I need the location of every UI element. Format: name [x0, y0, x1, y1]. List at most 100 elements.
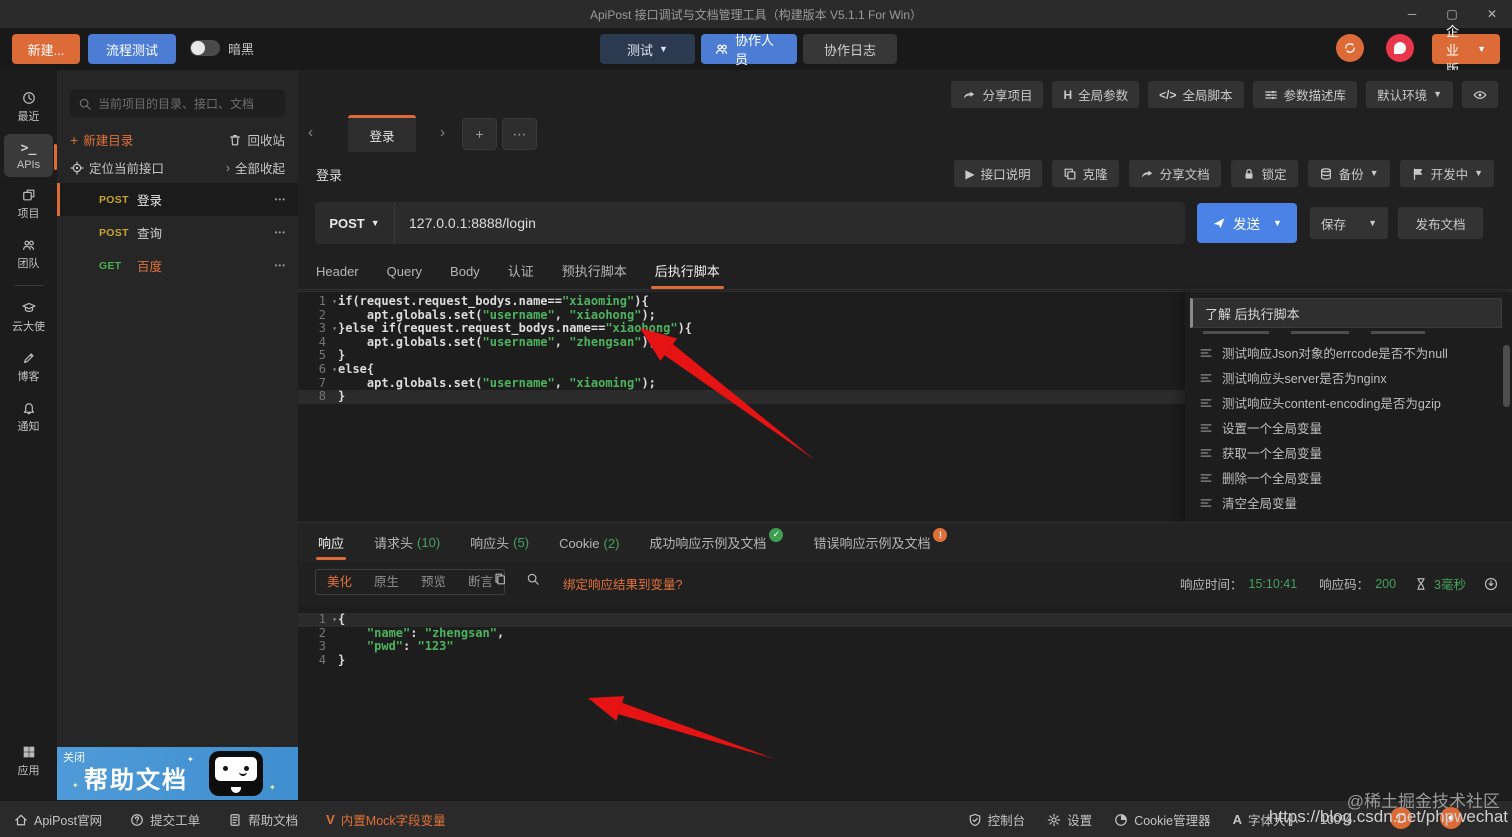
fold-icon[interactable]: ▾: [332, 322, 337, 336]
response-tab-响应[interactable]: 响应: [315, 523, 347, 562]
avatar[interactable]: [1386, 34, 1414, 62]
response-tab-响应头[interactable]: 响应头 (5): [470, 523, 529, 562]
statusbar-item-提交工单[interactable]: 提交工单: [130, 810, 200, 829]
toolbar-button-参数描述库[interactable]: 参数描述库: [1252, 81, 1358, 108]
script-snippet-item[interactable]: 测试响应头content-encoding是否为gzip: [1190, 390, 1502, 415]
request-tab-Query[interactable]: Query: [387, 253, 422, 290]
close-button[interactable]: ✕: [1472, 0, 1512, 28]
toolbar-button-全局脚本[interactable]: </> 全局脚本: [1148, 81, 1244, 108]
request-tab-Header[interactable]: Header: [316, 253, 359, 290]
statusbar-item-帮助文档[interactable]: 帮助文档: [228, 810, 298, 829]
sidebar-item-通知[interactable]: 通知: [4, 394, 53, 440]
sidebar-item-团队[interactable]: 团队: [4, 231, 53, 277]
doc-button-开发中[interactable]: 开发中 ▼: [1399, 160, 1494, 187]
tab-login[interactable]: 登录: [348, 115, 416, 152]
send-button[interactable]: 发送 ▼: [1197, 203, 1297, 243]
sidebar-item-APIs[interactable]: >_ APIs: [4, 134, 57, 177]
script-snippet-item[interactable]: 获取一个全局变量: [1190, 440, 1502, 465]
toolbar-button-分享项目[interactable]: 分享项目: [951, 81, 1044, 108]
enterprise-button[interactable]: 企业版 ▼: [1432, 24, 1500, 77]
doc-button-备份[interactable]: 备份 ▼: [1307, 160, 1390, 187]
new-directory-button[interactable]: + 新建目录: [70, 130, 133, 149]
search-input[interactable]: [98, 96, 277, 111]
sidebar-item-应用[interactable]: 应用: [4, 738, 53, 784]
sidebar-item-最近[interactable]: 最近: [4, 84, 53, 130]
sidebar-item-博客[interactable]: 博客: [4, 344, 53, 390]
item-menu-icon[interactable]: •••: [273, 228, 288, 237]
statusbar-item-字体大小[interactable]: A 字体大小: [1233, 810, 1298, 829]
response-mode-美化[interactable]: 美化: [316, 570, 363, 594]
script-snippet-item[interactable]: 测试响应头server是否为nginx: [1190, 365, 1502, 390]
search-icon[interactable]: [526, 572, 540, 591]
doc-button-接口说明[interactable]: ▶ 接口说明: [954, 160, 1042, 187]
script-snippet-item[interactable]: 删除一个全局变量: [1190, 465, 1502, 490]
dark-theme-toggle[interactable]: [190, 40, 220, 56]
response-mode-预览[interactable]: 预览: [410, 570, 457, 594]
flow-test-button[interactable]: 流程测试: [88, 34, 176, 64]
scrollbar-thumb[interactable]: [1503, 345, 1510, 407]
location-icon[interactable]: ●: [1440, 807, 1462, 829]
help-doc-banner[interactable]: 关闭 帮助文档 ✦ ✦ ✦: [57, 747, 298, 800]
statusbar-item-控制台[interactable]: 控制台: [968, 810, 1025, 829]
copy-icon[interactable]: [493, 572, 507, 591]
toolbar-button-全局参数[interactable]: H 全局参数: [1052, 81, 1140, 108]
response-mode-原生[interactable]: 原生: [363, 570, 410, 594]
response-tab-错误响应示例及文档[interactable]: 错误响应示例及文档!: [813, 523, 948, 562]
tabs-scroll-left-icon[interactable]: ‹: [308, 124, 313, 141]
locate-api-button[interactable]: 定位当前接口: [70, 158, 164, 177]
toolbar-button-默认环境[interactable]: 默认环境 ▼: [1366, 81, 1453, 108]
response-tab-Cookie[interactable]: Cookie (2): [559, 524, 619, 563]
tab-more-button[interactable]: ⋯: [502, 118, 537, 150]
script-editor[interactable]: 1 ▾ if(request.request_bodys.name=="xiaomi…: [298, 291, 1512, 522]
sidebar-item-云大使[interactable]: 云大使: [4, 294, 53, 340]
save-button[interactable]: 保存 ▼: [1310, 207, 1388, 239]
fold-icon[interactable]: ▾: [332, 363, 337, 377]
doc-button-分享文档[interactable]: 分享文档: [1128, 160, 1221, 187]
item-menu-icon[interactable]: •••: [273, 261, 288, 270]
statusbar-item-Cookie管理器[interactable]: Cookie管理器: [1114, 810, 1211, 829]
bind-response-link[interactable]: 绑定响应结果到变量?: [563, 574, 682, 593]
response-tab-成功响应示例及文档[interactable]: 成功响应示例及文档 ✓: [649, 523, 784, 562]
url-input[interactable]: [395, 215, 1185, 231]
fold-icon[interactable]: ▾: [332, 295, 337, 309]
method-select[interactable]: POST ▼: [315, 202, 395, 244]
download-icon[interactable]: [1484, 577, 1498, 591]
response-body-editor[interactable]: 1 ▾{2 "name": "zhengsan", 3 "pwd": "123" 4}: [298, 606, 1512, 800]
sidebar-item-项目[interactable]: 项目: [4, 181, 53, 227]
response-tab-请求头[interactable]: 请求头 (10): [374, 523, 440, 562]
doc-button-克隆[interactable]: 克隆: [1051, 160, 1119, 187]
update-icon[interactable]: [1390, 807, 1412, 829]
add-tab-button[interactable]: +: [462, 118, 497, 150]
collaborators-button[interactable]: 协作人员: [701, 33, 797, 67]
tabs-scroll-right-icon[interactable]: ›: [440, 124, 445, 141]
api-tree-item-百度[interactable]: GET 百度 •••: [57, 249, 298, 282]
sync-icon[interactable]: [1336, 34, 1364, 62]
request-tab-后执行脚本[interactable]: 后执行脚本: [650, 252, 724, 289]
collab-log-button[interactable]: 协作日志: [803, 34, 897, 64]
request-tab-预执行脚本[interactable]: 预执行脚本: [562, 252, 627, 289]
api-tree-item-查询[interactable]: POST 查询 •••: [57, 216, 298, 249]
script-snippet-item[interactable]: 测试响应Json对象的errcode是否不为null: [1190, 340, 1502, 365]
test-env-button[interactable]: 测试 ▼: [600, 34, 695, 64]
statusbar-item-内置Mock字段变量[interactable]: V 内置Mock字段变量: [326, 810, 446, 829]
collapse-all-button[interactable]: › 全部收起: [226, 158, 285, 177]
learn-post-script-link[interactable]: 了解 后执行脚本: [1190, 298, 1502, 328]
request-tab-Body[interactable]: Body: [450, 253, 480, 290]
request-tab-认证[interactable]: 认证: [508, 252, 534, 289]
script-snippet-item[interactable]: 设置一个全局变量: [1190, 415, 1502, 440]
fold-icon[interactable]: ▾: [332, 613, 337, 627]
minimize-button[interactable]: ─: [1392, 0, 1432, 28]
recycle-bin-button[interactable]: 回收站: [228, 130, 285, 149]
doc-button-锁定[interactable]: 锁定: [1230, 160, 1298, 187]
search-box[interactable]: [70, 90, 285, 117]
statusbar-item-100%[interactable]: 100%: [1320, 813, 1352, 827]
api-tree-item-登录[interactable]: POST 登录 •••: [57, 183, 298, 216]
script-snippet-item[interactable]: 清空全局变量: [1190, 490, 1502, 515]
banner-close-button[interactable]: 关闭: [63, 749, 85, 765]
statusbar-item-设置[interactable]: 设置: [1047, 810, 1092, 829]
publish-doc-button[interactable]: 发布文档: [1398, 207, 1483, 239]
item-menu-icon[interactable]: •••: [273, 195, 288, 204]
new-button[interactable]: 新建...: [12, 34, 80, 64]
environment-view-button[interactable]: [1462, 81, 1498, 108]
statusbar-item-ApiPost官网[interactable]: ApiPost官网: [14, 810, 102, 829]
